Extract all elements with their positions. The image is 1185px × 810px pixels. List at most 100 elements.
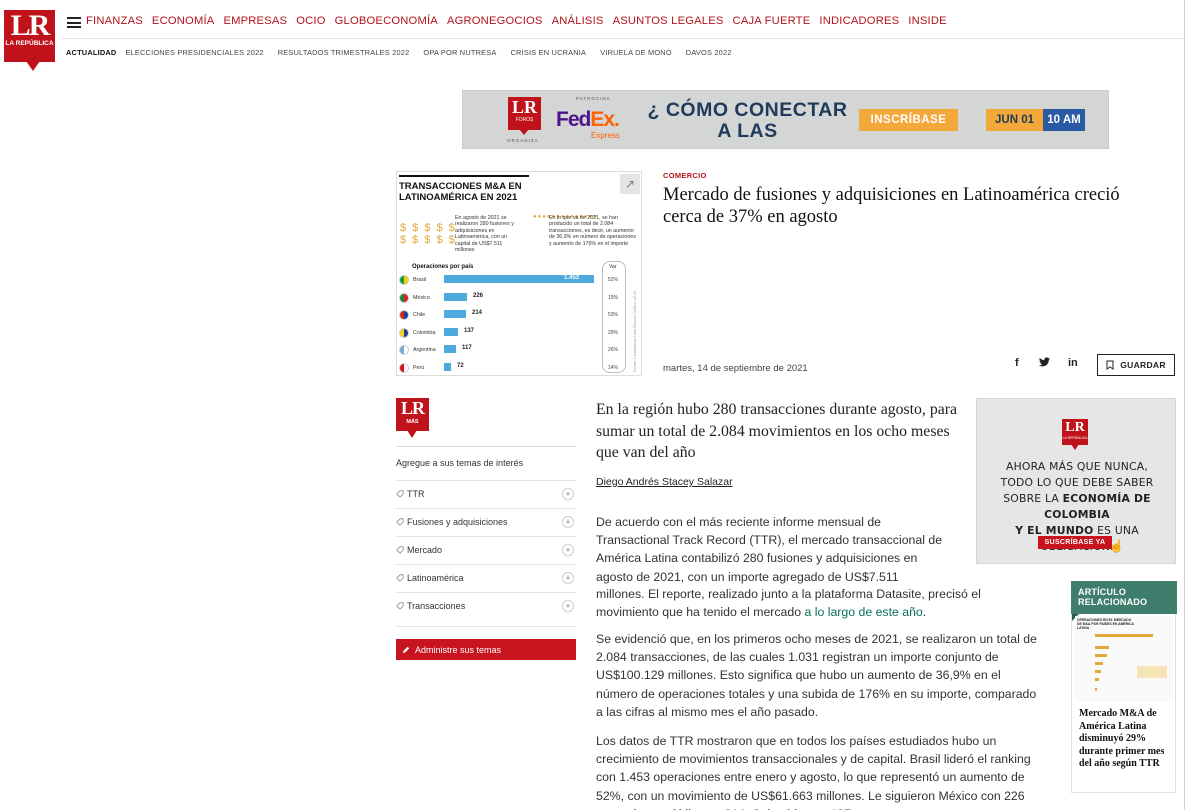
thumb-box xyxy=(1137,666,1167,678)
nav-link-empresas[interactable]: EMPRESAS xyxy=(223,15,287,27)
flag-icon xyxy=(399,327,409,338)
author-link[interactable]: Diego Andrés Stacey Salazar xyxy=(596,476,733,488)
inline-link[interactable]: a lo largo de este año xyxy=(804,605,922,619)
trending-link[interactable]: CRISIS EN UCRANIA xyxy=(511,48,587,57)
header-divider xyxy=(62,38,1185,39)
related-label: ARTÍCULO RELACIONADO xyxy=(1078,587,1148,607)
ad-lr-sub: FOROS xyxy=(515,117,534,123)
trending-link[interactable]: DAVOS 2022 xyxy=(686,48,732,57)
country-bar xyxy=(444,327,458,336)
infographic-source: Fuente: Transactional Track Record / Grá… xyxy=(633,290,637,372)
twitter-icon[interactable] xyxy=(1039,357,1050,370)
topic-item[interactable]: Latinoamérica + xyxy=(396,564,576,592)
country-bar xyxy=(444,310,466,318)
flag-icon xyxy=(399,345,409,355)
topic-item[interactable]: Fusiones y adquisiciones + xyxy=(396,508,576,536)
nav-link-análisis[interactable]: ANÁLISIS xyxy=(552,15,604,27)
tag-icon xyxy=(396,518,404,526)
country-row: México 226 15% xyxy=(397,290,641,307)
trending-link[interactable]: VIRUELA DE MONO xyxy=(600,48,672,57)
topic-item[interactable]: TTR + xyxy=(396,480,576,508)
subscribe-button[interactable]: SUSCRÍBASE YA xyxy=(1038,536,1112,549)
article-category[interactable]: COMERCIO xyxy=(663,171,707,180)
infographic-text-august: En agosto de 2021 se realizaron 280 fusi… xyxy=(455,215,514,254)
related-article-card[interactable]: ARTÍCULO RELACIONADO OPERACIONES EN EL M… xyxy=(1071,581,1177,793)
topic-item[interactable]: Transacciones + xyxy=(396,592,576,620)
manage-topics-label: Administre sus temas xyxy=(415,644,502,655)
country-name: Perú xyxy=(413,364,425,371)
paragraph-1-end: . xyxy=(922,605,927,620)
nav-link-finanzas[interactable]: FINANZAS xyxy=(86,15,143,27)
nav-link-indicadores[interactable]: INDICADORES xyxy=(819,15,899,27)
country-name: Argentina xyxy=(413,347,436,353)
menu-icon[interactable] xyxy=(67,17,81,28)
nav-link-caja-fuerte[interactable]: CAJA FUERTE xyxy=(733,15,811,27)
trending-link[interactable]: ELECCIONES PRESIDENCIALES 2022 xyxy=(125,48,263,57)
ad-line-2: TODO LO QUE DEBE SABER xyxy=(1000,476,1154,489)
ad-line-1: AHORA MÁS QUE NUNCA, xyxy=(1006,460,1148,473)
nav-link-economía[interactable]: ECONOMÍA xyxy=(152,15,215,27)
variation-label: Var xyxy=(609,264,617,270)
country-variation: 15% xyxy=(608,294,619,301)
add-topic-button[interactable]: + xyxy=(562,544,574,556)
country-variation: 52% xyxy=(608,277,619,283)
related-thumbnail[interactable]: OPERACIONES EN EL MERCADO DE M&A POR PAÍ… xyxy=(1075,616,1174,702)
publish-date: martes, 14 de septiembre de 2021 xyxy=(663,363,808,374)
tag-icon xyxy=(396,490,404,498)
ad-lr-logo: LR LA REPÚBLICA xyxy=(1062,419,1088,445)
country-variation: 53% xyxy=(608,312,619,318)
ops-by-country-label: Operaciones por país xyxy=(412,264,474,270)
logo-mark: LR xyxy=(10,9,51,42)
nav-link-inside[interactable]: INSIDE xyxy=(908,15,947,27)
linkedin-icon[interactable]: in xyxy=(1068,357,1078,369)
country-name: Brasil xyxy=(413,277,427,283)
ad-organiza: ORGANIZA xyxy=(507,138,539,143)
nav-link-globoeconomía[interactable]: GLOBOECONOMÍA xyxy=(335,15,438,27)
add-topic-button[interactable]: + xyxy=(562,600,574,612)
manage-topics-button[interactable]: Administre sus temas xyxy=(396,639,576,660)
trending-link[interactable]: OPA POR NUTRESA xyxy=(423,48,496,57)
nav-link-agronegocios[interactable]: AGRONEGOCIOS xyxy=(447,15,543,27)
subscription-ad[interactable]: LR LA REPÚBLICA AHORA MÁS QUE NUNCA, TOD… xyxy=(976,398,1176,564)
fedex-logo: FedEx. xyxy=(556,108,620,132)
country-value: 214 xyxy=(472,310,483,316)
top-banner-ad[interactable]: LR FOROS ORGANIZA PATROCINA FedEx. Expre… xyxy=(462,90,1109,149)
related-label-banner: ARTÍCULO RELACIONADO xyxy=(1071,581,1177,614)
ad-lr-tail xyxy=(1071,444,1079,450)
add-topic-button[interactable]: + xyxy=(562,516,574,528)
save-button-label: GUARDAR xyxy=(1120,360,1166,370)
country-value: 1.453 xyxy=(564,275,580,281)
ad-lr-mark: LR xyxy=(1065,420,1085,435)
trending-link[interactable]: RESULTADOS TRIMESTRALES 2022 xyxy=(278,48,410,57)
lr-mas-logo[interactable]: LR MÁS xyxy=(396,398,429,431)
flag-icon xyxy=(399,310,409,320)
add-topic-button[interactable]: + xyxy=(562,572,574,584)
ad-register-button[interactable]: INSCRÍBASE xyxy=(859,109,958,131)
topics-list: TTR + Fusiones y adquisiciones + Mercado + Lat… xyxy=(396,480,576,620)
country-bar xyxy=(444,345,456,353)
nav-link-ocio[interactable]: OCIO xyxy=(296,15,325,27)
country-variation: 14% xyxy=(608,364,619,371)
site-logo[interactable]: LR LA REPÚBLICA xyxy=(4,10,55,62)
country-variation: 29% xyxy=(608,329,619,336)
country-name: México xyxy=(413,294,430,301)
fedex-express: Express xyxy=(591,131,620,140)
facebook-icon[interactable]: f xyxy=(1015,357,1019,369)
infographic-rule xyxy=(399,175,529,177)
paragraph-2: Se evidenció que, en los primeros ocho m… xyxy=(596,632,1037,719)
ad-lr-mark: LR xyxy=(511,97,537,117)
topic-item[interactable]: Mercado + xyxy=(396,536,576,564)
country-row: Perú 72 14% xyxy=(397,360,641,376)
save-button[interactable]: GUARDAR xyxy=(1097,354,1175,376)
fedex-ex: Ex. xyxy=(590,108,620,131)
bookmark-icon xyxy=(1106,360,1114,370)
nav-link-asuntos-legales[interactable]: ASUNTOS LEGALES xyxy=(613,15,724,27)
expand-icon[interactable]: ↗ xyxy=(620,174,640,194)
ad-time: 10 AM xyxy=(1043,109,1085,131)
infographic-title: TRANSACCIONES M&A EN LATINOAMÉRICA EN 20… xyxy=(399,181,522,203)
article-lead: En la región hubo 280 transacciones dura… xyxy=(596,401,958,461)
logo-tail xyxy=(26,61,40,71)
add-topic-button[interactable]: + xyxy=(562,488,574,500)
feature-image[interactable]: TRANSACCIONES M&A EN LATINOAMÉRICA EN 20… xyxy=(396,171,642,376)
tag-icon xyxy=(396,602,404,610)
